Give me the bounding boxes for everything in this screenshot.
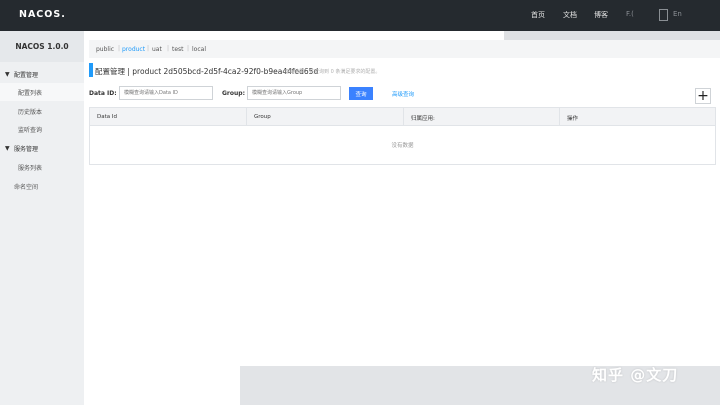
nav-extra-link[interactable]: F.( — [626, 10, 634, 18]
nav-blog-link[interactable]: 博客 — [594, 10, 608, 20]
group-input[interactable] — [247, 86, 341, 100]
table-empty-message: 没有数据 — [391, 143, 414, 149]
query-result-hint: 查询结果：共查询到 0 条满足要求的配置。 — [284, 69, 381, 75]
sidebar-item-service-list[interactable]: 服务列表 — [0, 158, 84, 176]
add-config-button[interactable]: + — [695, 88, 711, 104]
config-table: Data Id Group 归属应用: 操作 没有数据 — [89, 107, 716, 165]
sidebar-group-label: 配置管理 — [14, 72, 39, 79]
namespace-bar: public | product | uat | test | local — [89, 40, 720, 58]
sidebar-item-label: 监听查询 — [18, 127, 43, 134]
title-accent-bar — [89, 63, 93, 77]
namespace-separator: | — [118, 45, 121, 52]
sidebar-group-config[interactable]: ▼ 配置管理 — [0, 66, 84, 83]
caret-down-icon: ▼ — [5, 71, 10, 78]
language-switch-label[interactable]: En — [673, 10, 682, 18]
sidebar-group-service[interactable]: ▼ 服务管理 — [0, 140, 84, 157]
namespace-tab-uat[interactable]: uat — [152, 46, 162, 53]
sidebar-item-config-list[interactable]: 配置列表 — [0, 83, 84, 101]
namespace-tab-test[interactable]: test — [172, 46, 184, 53]
group-label: Group: — [222, 90, 245, 97]
column-divider — [403, 108, 404, 126]
sidebar-item-label: 历史版本 — [18, 109, 43, 116]
sidebar-item-history[interactable]: 历史版本 — [0, 102, 84, 120]
data-id-input[interactable] — [119, 86, 213, 100]
sidebar-item-label: 命名空间 — [14, 184, 39, 191]
column-divider — [246, 108, 247, 126]
sidebar-title: NACOS 1.0.0 — [0, 31, 84, 62]
sidebar-item-label: 服务列表 — [18, 165, 43, 172]
nav-home-link[interactable]: 首页 — [531, 10, 545, 20]
data-id-label: Data ID: — [89, 90, 117, 97]
watermark: 知乎 @文刀 — [592, 366, 679, 384]
namespace-tab-public[interactable]: public — [96, 46, 114, 53]
search-button[interactable]: 查询 — [349, 87, 373, 100]
nav-docs-link[interactable]: 文档 — [563, 10, 577, 20]
column-header-actions: 操作 — [567, 116, 579, 122]
column-header-group: Group — [254, 114, 271, 120]
language-switch-icon[interactable] — [659, 9, 668, 21]
column-header-data-id: Data Id — [97, 114, 117, 120]
sidebar-item-listener[interactable]: 监听查询 — [0, 120, 84, 138]
caret-down-icon: ▼ — [5, 145, 10, 152]
table-header: Data Id Group 归属应用: 操作 — [90, 108, 715, 126]
column-header-app: 归属应用: — [411, 116, 435, 122]
sidebar-item-label: 配置列表 — [18, 90, 43, 97]
advanced-search-link[interactable]: 高级查询 — [392, 90, 414, 98]
namespace-separator: | — [187, 45, 190, 52]
namespace-tab-product[interactable]: product — [122, 46, 145, 53]
header-strip — [504, 31, 720, 40]
top-navbar: NACOS. 首页 文档 博客 F.( En — [0, 0, 720, 31]
sidebar-item-namespace[interactable]: 命名空间 — [0, 177, 84, 195]
namespace-tab-local[interactable]: local — [192, 46, 206, 53]
sidebar: NACOS 1.0.0 ▼ 配置管理 配置列表 历史版本 监听查询 ▼ 服务管理… — [0, 31, 84, 405]
nacos-logo[interactable]: NACOS. — [19, 9, 66, 20]
column-divider — [559, 108, 560, 126]
namespace-separator: | — [147, 45, 150, 52]
sidebar-group-label: 服务管理 — [14, 146, 39, 153]
namespace-separator: | — [167, 45, 170, 52]
